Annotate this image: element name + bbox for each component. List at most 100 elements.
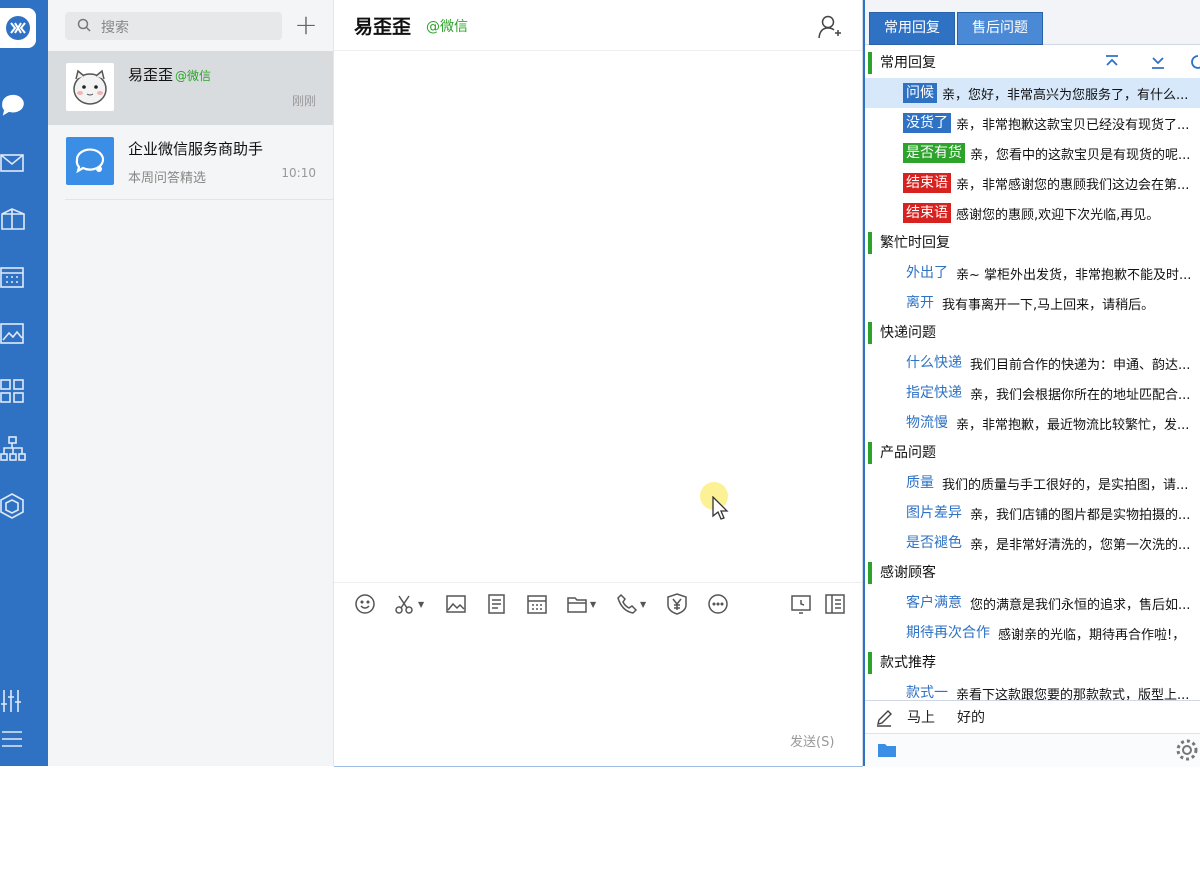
quick-reply-footer [865,733,1200,767]
quick-reply-item[interactable]: 图片差异 亲，我们店铺的图片都是实物拍摄的... [865,498,1200,528]
add-button[interactable]: + [292,11,320,40]
folder-icon[interactable] [877,741,897,763]
settings-icon[interactable] [1175,738,1199,766]
refresh-icon[interactable] [1189,53,1200,75]
logo-icon [0,8,36,48]
category-header[interactable]: 感谢顾客 [868,562,936,584]
quick-reply-item[interactable]: 结束语 感谢您的惠顾,欢迎下次光临,再见。 [865,198,1200,228]
reply-text: 感谢您的惠顾,欢迎下次光临,再见。 [956,208,1160,223]
folder-icon[interactable]: ▼ [566,592,596,616]
conversation-time: 10:10 [281,166,316,180]
quick-reply-item[interactable]: 外出了 亲~ 掌柜外出发货，非常抱歉不能及时... [865,258,1200,288]
conversation-name: 企业微信服务商助手 [128,140,264,158]
expand-all-icon[interactable] [1149,53,1167,75]
reply-text: 亲，您好，非常高兴为您服务了，有什么... [942,88,1189,103]
conversation-name: 易歪歪 @微信 [128,64,211,85]
conversation-list-pane: 搜索 + 易歪歪 @微信 刚刚 企业微信服务商助手 本周问答精选 10:10 [48,0,334,766]
category-header[interactable]: 款式推荐 [868,652,936,674]
quick-reply-item[interactable]: 什么快递 我们目前合作的快递为：申通、韵达... [865,348,1200,378]
reply-text: 您的满意是我们永恒的追求，售后如... [970,598,1191,613]
reply-text: 亲~ 掌柜外出发货，非常抱歉不能及时... [956,268,1192,283]
quick-reply-panel: 常用回复 售后问题 常用回复 问候 亲，您好，非常高兴为您服务了，有什么... 没货了… [863,0,1200,767]
reply-tag: 没货了 [903,113,951,133]
reply-tag: 结束语 [903,203,951,223]
yuan-icon[interactable] [666,592,688,616]
document-icon[interactable] [486,592,508,616]
reply-text: 亲，我们会根据你所在的地址匹配合... [970,388,1191,403]
divider [334,582,862,583]
settings-sliders-icon[interactable] [0,688,26,714]
mail-icon[interactable] [0,150,26,176]
cube-icon[interactable] [0,493,26,519]
menu-icon[interactable] [0,726,26,752]
conversation-preview: 本周问答精选 [128,171,207,186]
image-icon[interactable] [445,592,467,616]
input-word: 好的 [957,710,985,726]
category-header[interactable]: 快递问题 [868,322,936,344]
quick-reply-item[interactable]: 指定快递 亲，我们会根据你所在的地址匹配合... [865,378,1200,408]
quick-reply-item[interactable]: 是否褪色 亲，是非常好清洗的，您第一次洗的... [865,528,1200,558]
reply-text: 亲，是非常好清洗的，您第一次洗的... [970,538,1191,553]
reply-tag: 图片差异 [906,505,962,521]
quick-reply-item[interactable]: 没货了 亲，非常抱歉这款宝贝已经没有现货了... [865,108,1200,138]
calendar-icon[interactable] [0,264,26,290]
chat-title-source: @微信 [426,19,468,35]
quick-reply-item[interactable]: 问候 亲，您好，非常高兴为您服务了，有什么... [865,78,1200,108]
quick-reply-item[interactable]: 质量 我们的质量与手工很好的，是实拍图，请... [865,468,1200,498]
reply-tag: 指定快递 [906,385,962,401]
search-input[interactable]: 搜索 [65,12,282,40]
quick-reply-item[interactable]: 物流慢 亲，非常抱歉，最近物流比较繁忙，发... [865,408,1200,438]
reply-tag: 质量 [906,475,934,491]
emoji-icon[interactable] [354,592,376,616]
avatar [66,63,114,111]
reply-tag: 什么快递 [906,355,962,371]
calendar-icon[interactable] [526,592,548,616]
tab-after-sales[interactable]: 售后问题 [957,12,1043,45]
category-header[interactable]: 繁忙时回复 [868,232,950,254]
quick-reply-item[interactable]: 结束语 亲，非常感谢您的惠顾我们这边会在第... [865,168,1200,198]
quick-reply-tabs: 常用回复 售后问题 [865,0,1200,45]
search-icon [77,18,91,36]
reply-tag: 是否褪色 [906,535,962,551]
chat-icon[interactable] [0,92,26,118]
reply-text: 亲，非常抱歉，最近物流比较繁忙，发... [956,418,1190,433]
conversation-item[interactable]: 易歪歪 @微信 刚刚 [48,51,333,125]
divider [334,50,862,51]
reply-text: 亲，您看中的这款宝贝是有现货的呢... [970,148,1191,163]
phone-icon[interactable]: ▼ [616,592,646,616]
reply-tag: 离开 [906,295,934,311]
conversation-item[interactable]: 企业微信服务商助手 本周问答精选 10:10 [48,125,333,199]
pencil-icon [875,709,893,731]
tab-common-replies[interactable]: 常用回复 [869,12,955,45]
conversation-name-text: 易歪歪 [128,66,174,84]
reply-text: 亲，我们店铺的图片都是实物拍摄的... [970,508,1191,523]
reply-tag: 结束语 [903,173,951,193]
org-icon[interactable] [0,436,26,462]
category-header[interactable]: 产品问题 [868,442,936,464]
conversation-time: 刚刚 [291,94,316,108]
quick-reply-item[interactable]: 客户满意 您的满意是我们永恒的追求，售后如... [865,588,1200,618]
divider [65,199,333,200]
send-button[interactable]: 发送(S) [790,731,834,750]
reply-text: 亲，非常抱歉这款宝贝已经没有现货了... [956,118,1190,133]
conversation-source: @微信 [175,69,212,83]
add-member-icon[interactable] [818,14,842,44]
app-sidebar [0,0,48,766]
category-header[interactable]: 常用回复 [868,52,936,74]
history-icon[interactable] [790,592,812,616]
reply-text: 我们目前合作的快递为：申通、韵达... [970,358,1191,373]
quick-reply-item[interactable]: 期待再次合作 感谢亲的光临，期待再合作啦!， [865,618,1200,648]
quick-reply-item[interactable]: 是否有货 亲，您看中的这款宝贝是有现货的呢... [865,138,1200,168]
scissors-icon[interactable]: ▼ [394,592,424,616]
reply-tag: 期待再次合作 [906,625,990,641]
quick-reply-item[interactable]: 离开 我有事离开一下,马上回来，请稍后。 [865,288,1200,318]
reply-text: 感谢亲的光临，期待再合作啦!， [998,628,1186,643]
reply-tag: 是否有货 [903,143,965,163]
quick-reply-input[interactable]: 马上 好的 [865,700,1200,733]
apps-icon[interactable] [0,378,26,404]
sidebar-toggle-icon[interactable] [824,592,846,616]
box-icon[interactable] [0,207,26,233]
image-icon[interactable] [0,321,26,347]
collapse-all-icon[interactable] [1103,53,1121,75]
more-icon[interactable] [707,592,729,616]
